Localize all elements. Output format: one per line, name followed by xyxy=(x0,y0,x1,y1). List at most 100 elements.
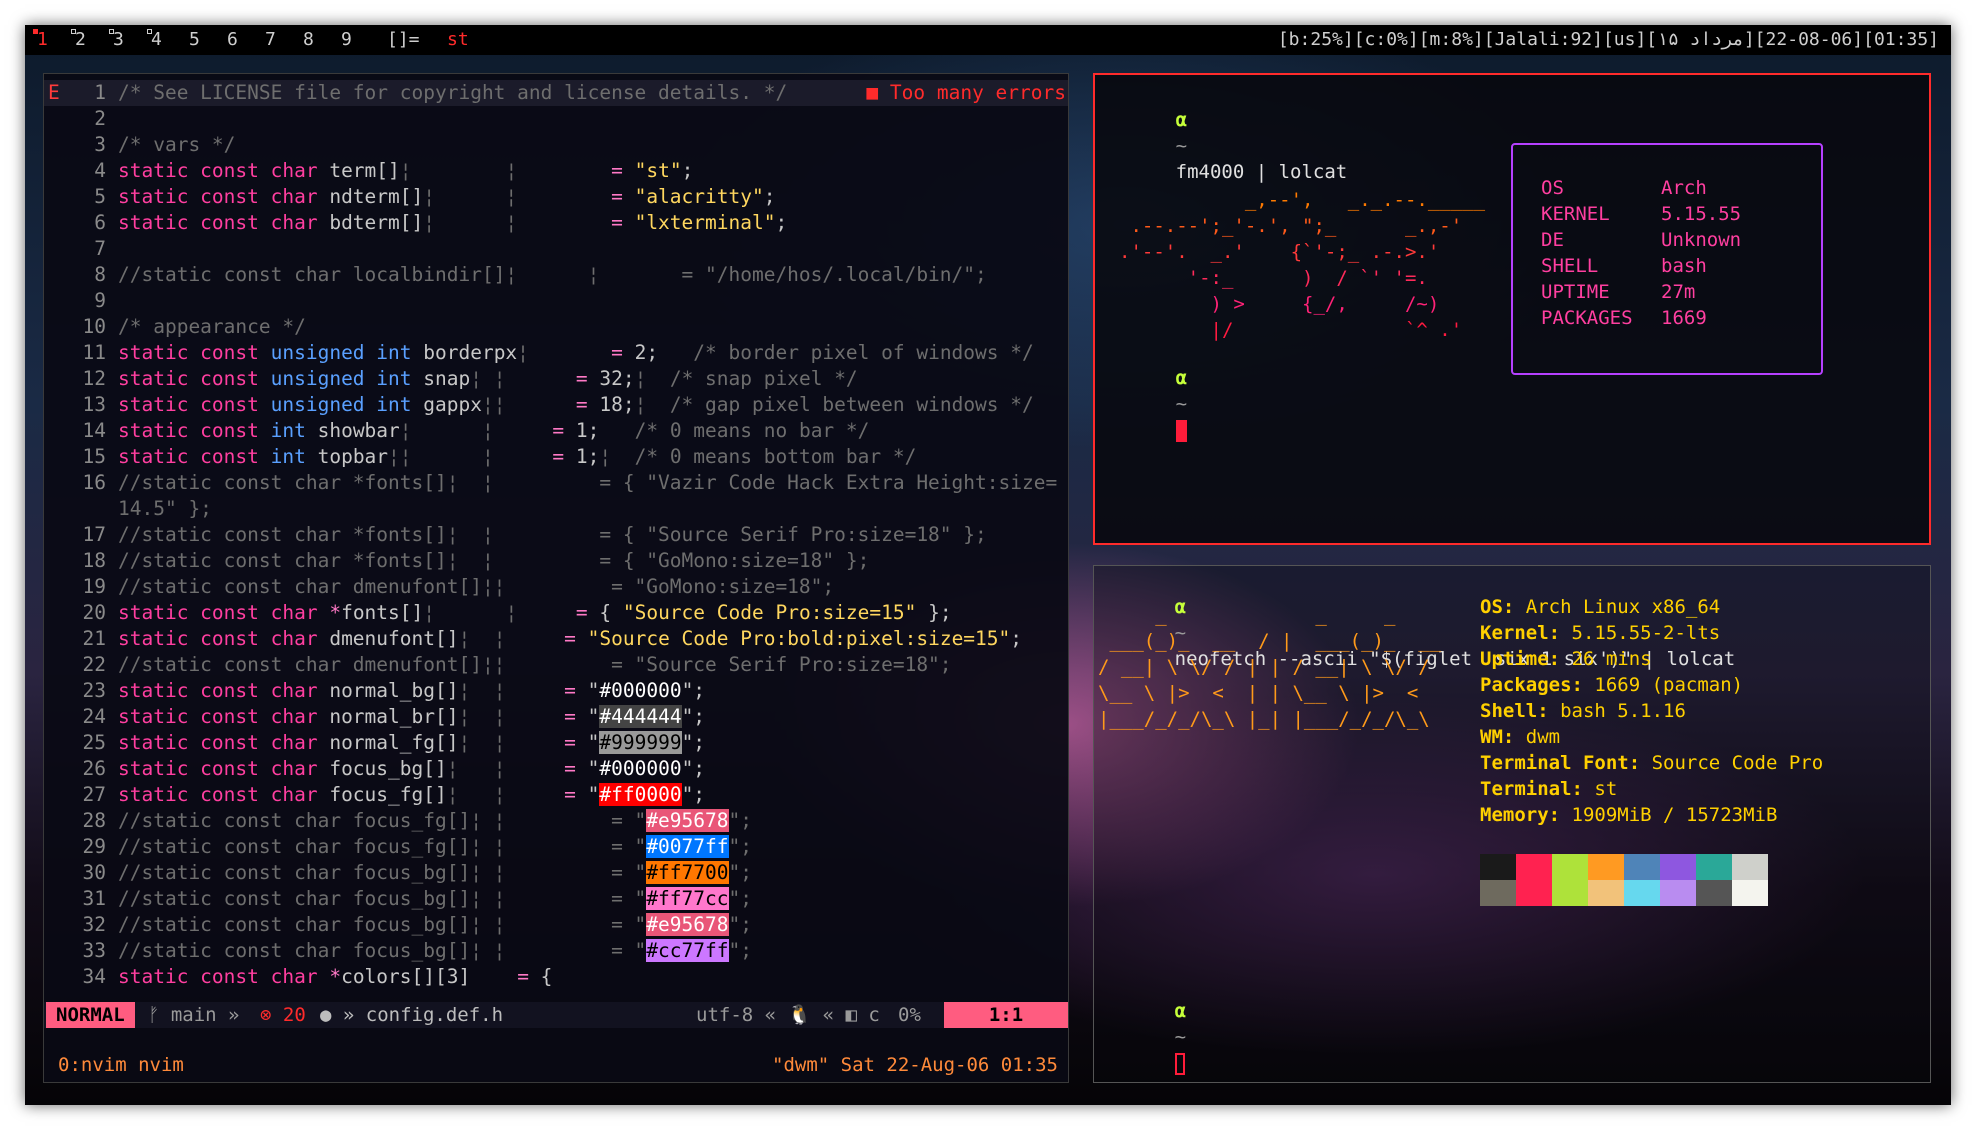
code-line[interactable]: 29 //static const char focus_fg[]¦ ¦ = "#… xyxy=(44,834,1068,860)
tag-7[interactable]: 7 xyxy=(265,25,303,55)
info-row: SHELL bash xyxy=(1541,253,1707,279)
code-token: ¦ ¦ xyxy=(458,705,565,728)
code-token: ¦ ¦ xyxy=(446,757,565,780)
code-line[interactable]: 10 /* appearance */ xyxy=(44,314,1068,340)
code-line[interactable]: 6 static const char bdterm[]¦ ¦ = "lxterm… xyxy=(44,210,1068,236)
code-token: 1; xyxy=(575,419,635,442)
code-line[interactable]: 14 static const int showbar¦ ¦ = 1; /* 0 … xyxy=(44,418,1068,444)
vim-statusline: NORMAL ᚠ main » ⊗ 20 ● » config.def.h ut… xyxy=(44,1002,1068,1028)
code-line[interactable]: 26 static const char focus_bg[]¦ ¦ = "#00… xyxy=(44,756,1068,782)
code-line[interactable]: 5 static const char ndterm[]¦ ¦ = "alacri… xyxy=(44,184,1068,210)
code-line[interactable]: 22 //static const char dmenufont[]¦¦ = "S… xyxy=(44,652,1068,678)
line-number: 13 xyxy=(82,393,106,416)
nvim-window[interactable]: 1 E ■ Too many errors/* See LICENSE file f… xyxy=(43,73,1069,1083)
code-line[interactable]: 18 //static const char *fonts[]¦ ¦ = { "G… xyxy=(44,548,1068,574)
code-line[interactable]: 17 //static const char *fonts[]¦ ¦ = { "S… xyxy=(44,522,1068,548)
tag-label: 8 xyxy=(303,29,314,50)
code-line[interactable]: 28 //static const char focus_fg[]¦ ¦ = "#… xyxy=(44,808,1068,834)
tag-5[interactable]: 5 xyxy=(189,25,227,55)
code-line[interactable]: 9 xyxy=(44,288,1068,314)
tag-label: 5 xyxy=(189,29,200,50)
code-token: /* vars */ xyxy=(118,133,236,156)
code-line[interactable]: 32 //static const char focus_bg[]¦ ¦ = "#… xyxy=(44,912,1068,938)
code-line[interactable]: 13 static const unsigned int gappx¦¦ = 18… xyxy=(44,392,1068,418)
tag-1[interactable]: 1 xyxy=(33,25,75,55)
palette-swatch xyxy=(1552,880,1588,906)
tag-3[interactable]: 3 xyxy=(109,25,151,55)
code-line[interactable]: 12 static const unsigned int snap¦ ¦ = 32… xyxy=(44,366,1068,392)
layout-symbol[interactable]: []= xyxy=(387,25,447,55)
terminal-neofetch[interactable]: α ~ neofetch --ascii "$(figlet 'six 1 si… xyxy=(1093,565,1931,1083)
code-line[interactable]: 30 //static const char focus_bg[]¦ ¦ = "#… xyxy=(44,860,1068,886)
code-token: ¦ /* snap pixel */ xyxy=(634,367,858,390)
code-token: ¦¦ xyxy=(481,393,576,416)
code-token: "; xyxy=(681,757,706,780)
code-line[interactable]: 31 //static const char focus_bg[]¦ ¦ = "#… xyxy=(44,886,1068,912)
info-key: Terminal Font: xyxy=(1480,752,1641,774)
color-swatch: #999999 xyxy=(599,731,682,754)
code-token: = xyxy=(517,965,541,988)
code-token: 2; xyxy=(634,341,694,364)
code-text: //static const char dmenufont[]¦¦ = "Sou… xyxy=(118,652,952,678)
tag-2[interactable]: 2 xyxy=(71,25,113,55)
tag-9[interactable]: 9 xyxy=(341,25,379,55)
code-token: ¦ /* gap pixel between windows */ xyxy=(634,393,1034,416)
code-line[interactable]: 25 static const char normal_fg[]¦ ¦ = "#9… xyxy=(44,730,1068,756)
code-token: = xyxy=(564,757,588,780)
code-line[interactable]: 11 static const unsigned int borderpx¦ = … xyxy=(44,340,1068,366)
color-swatch: #e95678 xyxy=(646,809,729,832)
code-token: normal_br[] xyxy=(329,705,459,728)
code-token: "Source Code Pro:bold:pixel:size=15" xyxy=(587,627,1011,650)
prompt-symbol: α xyxy=(1174,1000,1187,1022)
code-line[interactable]: 21 static const char dmenufont[]¦ ¦ = "So… xyxy=(44,626,1068,652)
info-key: Kernel: xyxy=(1480,622,1561,644)
figlet-ascii: _ _ _ ___(_)_ __ / | ___(_)_ __ / __| \ … xyxy=(1098,602,1441,732)
code-token: " xyxy=(587,731,600,754)
code-line[interactable]: 1 E ■ Too many errors/* See LICENSE file f… xyxy=(44,80,1068,106)
code-token: = xyxy=(611,211,635,234)
text-cursor xyxy=(1174,1052,1185,1075)
code-line[interactable]: 2 xyxy=(44,106,1068,132)
code-token: //static const char focus_bg[]¦ ¦ = " xyxy=(118,861,647,884)
code-line[interactable]: 7 xyxy=(44,236,1068,262)
info-value: 26 mins xyxy=(1560,648,1652,670)
info-key: Memory: xyxy=(1480,804,1561,826)
code-line[interactable]: 15 static const int topbar¦¦ ¦ = 1;¦ /* 0… xyxy=(44,444,1068,470)
code-line[interactable]: 4 static const char term[]¦ ¦ = "st"; xyxy=(44,158,1068,184)
active-prompt[interactable]: α ~ xyxy=(1107,339,1187,469)
line-number: 17 xyxy=(82,523,106,546)
tag-4[interactable]: 4 xyxy=(147,25,189,55)
code-token: /* appearance */ xyxy=(118,315,306,338)
code-text: static const char *fonts[]¦ ¦ = { "Sourc… xyxy=(118,600,952,626)
code-token: "lxterminal" xyxy=(634,211,776,234)
cursor-position: 1:1 xyxy=(944,1002,1068,1028)
tag-occupied-indicator xyxy=(109,29,114,34)
code-line[interactable]: 19 //static const char dmenufont[]¦¦ = "G… xyxy=(44,574,1068,600)
tag-6[interactable]: 6 xyxy=(227,25,265,55)
code-line[interactable]: 8 //static const char localbindir[]¦ ¦ = … xyxy=(44,262,1068,288)
terminal-fm4000[interactable]: α ~ fm4000 | lolcat _,--', _._.--._____ … xyxy=(1093,73,1931,545)
active-prompt[interactable]: α ~ xyxy=(1106,972,1186,1102)
code-token: static const xyxy=(118,393,271,416)
code-line[interactable]: 20 static const char *fonts[]¦ ¦ = { "Sou… xyxy=(44,600,1068,626)
code-line[interactable]: 14.5" }; xyxy=(44,496,1068,522)
line-number: 7 xyxy=(94,237,106,260)
code-line[interactable]: 16 //static const char *fonts[]¦ ¦ = { "V… xyxy=(44,470,1068,496)
code-token: static const char xyxy=(118,705,330,728)
code-line[interactable]: 23 static const char normal_bg[]¦ ¦ = "#0… xyxy=(44,678,1068,704)
code-token: ; xyxy=(1010,627,1023,650)
info-key: PACKAGES xyxy=(1541,307,1633,329)
tag-8[interactable]: 8 xyxy=(303,25,341,55)
tmux-window-list[interactable]: 0:nvim nvim xyxy=(58,1052,184,1078)
code-token: static const char xyxy=(118,627,330,650)
code-line[interactable]: 33 //static const char focus_bg[]¦ ¦ = "#… xyxy=(44,938,1068,964)
code-line[interactable]: 24 static const char normal_br[]¦ ¦ = "#4… xyxy=(44,704,1068,730)
code-token: int xyxy=(270,445,318,468)
code-line[interactable]: 34 static const char *colors[][3] = { xyxy=(44,964,1068,990)
code-line[interactable]: 3 /* vars */ xyxy=(44,132,1068,158)
code-token: ¦ ¦ xyxy=(423,185,612,208)
code-line[interactable]: 27 static const char focus_fg[]¦ ¦ = "#ff… xyxy=(44,782,1068,808)
code-token: ¦ ¦ xyxy=(399,419,553,442)
code-token: " xyxy=(587,679,600,702)
code-token: = xyxy=(611,341,635,364)
